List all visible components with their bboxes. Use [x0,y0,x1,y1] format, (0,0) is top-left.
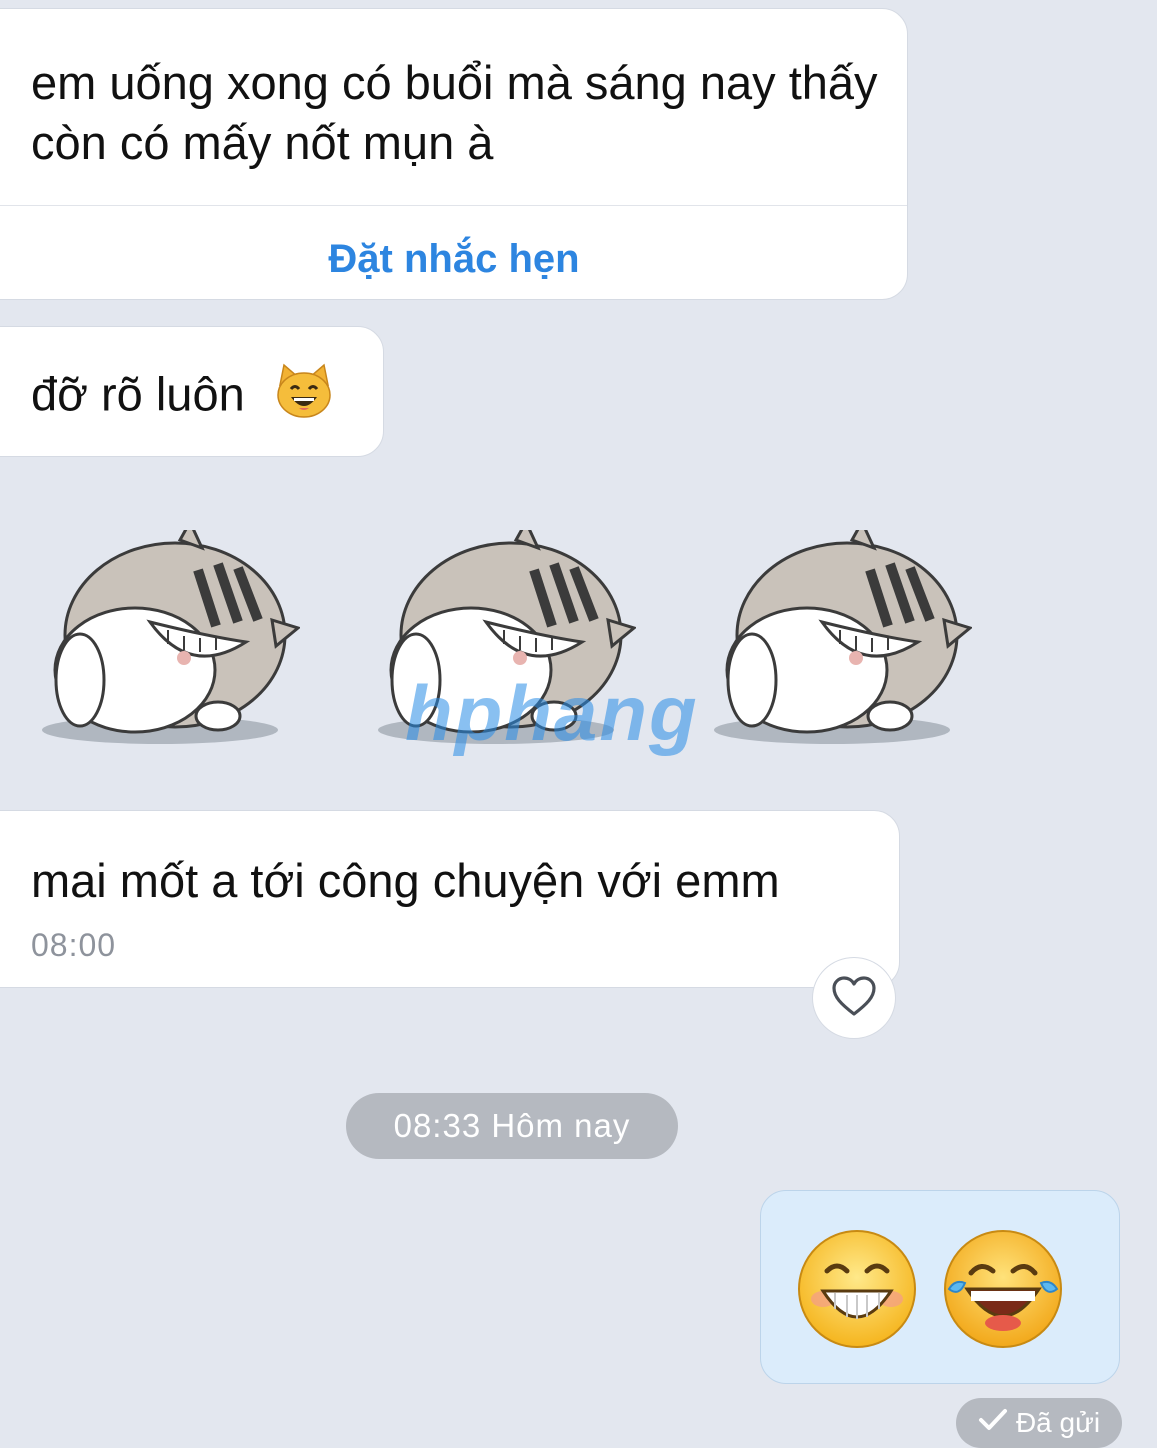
watermark-logo: hphang [405,669,699,757]
check-icon [978,1407,1008,1439]
message-timestamp: 08:00 [31,927,117,963]
tears-of-joy-icon [941,1227,1065,1356]
laughing-cat-sticker[interactable] [40,518,302,750]
incoming-message-bubble[interactable]: mai mốt a tới công chuyện với emm 08:00 [0,810,900,988]
date-separator: 08:33 Hôm nay [346,1093,678,1159]
message-text: mai mốt a tới công chuyện với emm [31,854,780,907]
incoming-message-bubble[interactable]: đỡ rõ luôn [0,326,384,457]
incoming-message-bubble[interactable]: em uống xong có buổi mà sáng nay thấy cò… [0,8,908,300]
sent-status: Đã gửi [956,1398,1122,1448]
laughing-cat-sticker[interactable] [712,518,974,750]
message-text: em uống xong có buổi mà sáng nay thấy cò… [31,56,878,169]
heart-icon [831,975,877,1022]
grinning-face-icon [795,1227,919,1356]
set-reminder-button[interactable]: Đặt nhắc hẹn [0,237,907,282]
react-heart-button[interactable] [812,957,896,1039]
sent-status-label: Đã gửi [1015,1407,1101,1438]
message-row: đỡ rõ luôn [31,363,334,433]
outgoing-message-bubble[interactable] [760,1190,1120,1384]
message-text: đỡ rõ luôn [31,367,245,421]
smiling-cat-icon [274,363,334,433]
bubble-divider [0,205,907,206]
